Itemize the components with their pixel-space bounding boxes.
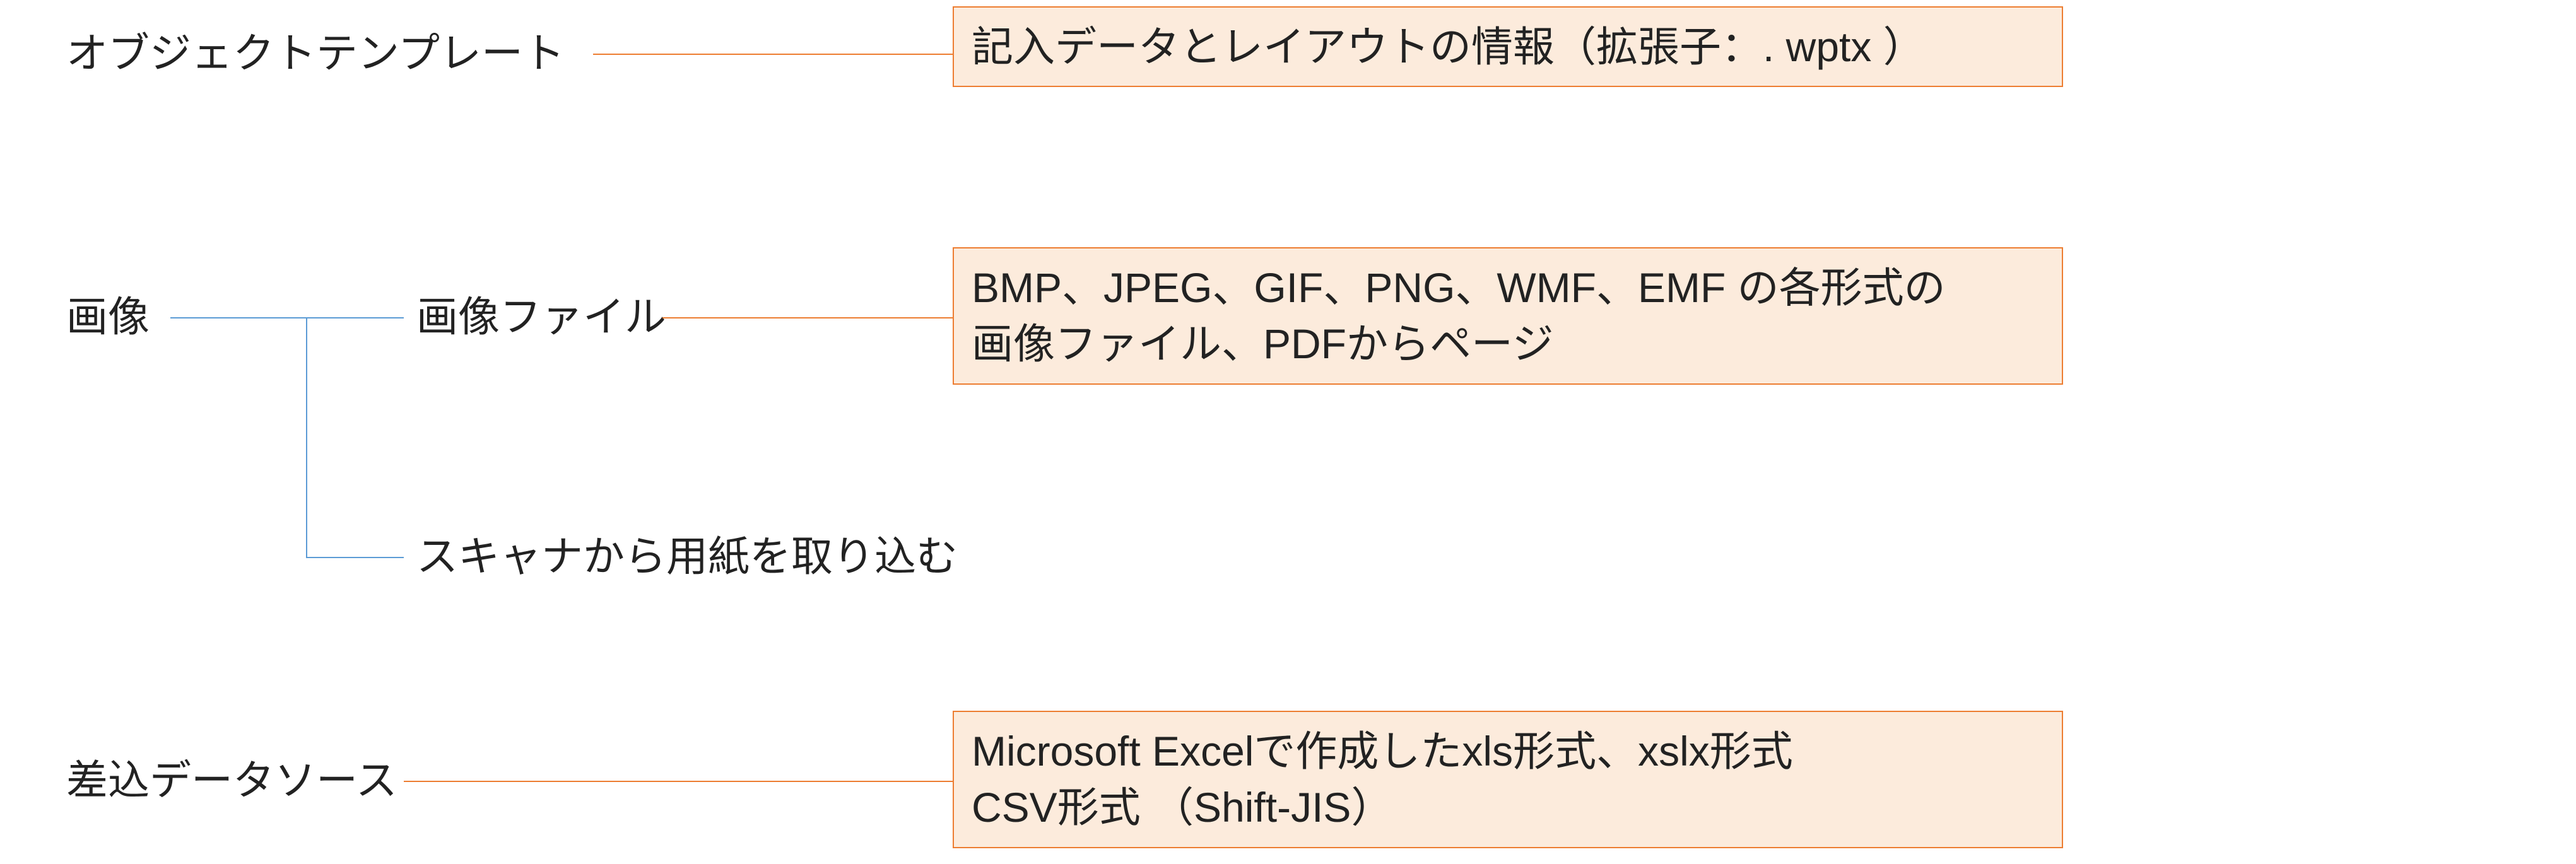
- row2-blue-h-branch2: [306, 557, 404, 558]
- diagram-canvas: オブジェクトテンプレート 記入データとレイアウトの情報（拡張子：. wptx ）…: [0, 0, 2576, 864]
- row1-connector: [593, 54, 953, 55]
- row2-branch1-box: BMP、JPEG、GIF、PNG、WMF、EMF の各形式の 画像ファイル、PD…: [953, 247, 2063, 385]
- row3-box: Microsoft Excelで作成したxls形式、xslx形式 CSV形式 （…: [953, 711, 2063, 848]
- row3-left-label: 差込データソース: [66, 752, 397, 809]
- row1-box: 記入データとレイアウトの情報（拡張子：. wptx ）: [953, 6, 2063, 87]
- row2-branch1-label: 画像ファイル: [416, 289, 666, 345]
- row2-blue-h-branch1: [306, 317, 404, 318]
- row2-blue-v: [306, 317, 307, 557]
- row1-left-label: オブジェクトテンプレート: [66, 25, 565, 81]
- row3-connector: [404, 781, 953, 782]
- row2-branch2-label: スキャナから用紙を取り込む: [416, 528, 958, 585]
- row2-left-label: 画像: [66, 289, 150, 345]
- row2-blue-h-stem: [170, 317, 306, 318]
- row2-branch1-connector: [662, 317, 953, 318]
